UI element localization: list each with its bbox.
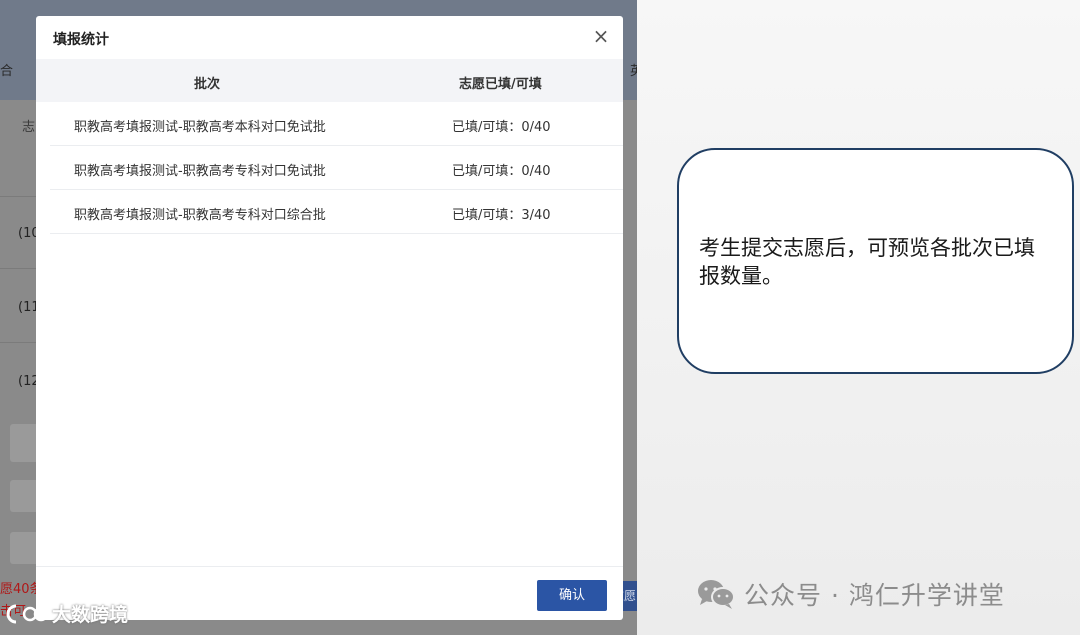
annotation-text: 考生提交志愿后，可预览各批次已填报数量。 bbox=[699, 236, 1035, 288]
dashu-logo-icon bbox=[6, 604, 48, 623]
watermark-text: 公众号 · 鸿仁升学讲堂 bbox=[744, 581, 1005, 610]
batch-cell: 职教高考填报测试-职教高考本科对口免试批 bbox=[74, 120, 326, 135]
fill-statistics-dialog: 填报统计 × 批次 志愿已填/可填 职教高考填报测试-职教高考本科对口免试批 已… bbox=[36, 16, 623, 620]
count-cell: 已填/可填：0/40 bbox=[452, 120, 551, 135]
footer-divider bbox=[36, 566, 623, 567]
column-header-count: 志愿已填/可填 bbox=[459, 77, 542, 92]
count-cell: 已填/可填：0/40 bbox=[452, 164, 551, 179]
annotation-callout: 考生提交志愿后，可预览各批次已填报数量。 bbox=[677, 148, 1074, 374]
batch-cell: 职教高考填报测试-职教高考专科对口免试批 bbox=[74, 164, 326, 179]
confirm-button[interactable]: 确认 bbox=[537, 580, 607, 611]
table-row: 职教高考填报测试-职教高考本科对口免试批 已填/可填：0/40 bbox=[50, 102, 623, 146]
table-row: 职教高考填报测试-职教高考专科对口免试批 已填/可填：0/40 bbox=[50, 146, 623, 190]
count-cell: 已填/可填：3/40 bbox=[452, 208, 551, 223]
background-divider bbox=[0, 268, 40, 269]
background-tab-text: 志 bbox=[22, 120, 36, 135]
background-divider bbox=[0, 342, 40, 343]
batch-cell: 职教高考填报测试-职教高考专科对口综合批 bbox=[74, 208, 326, 223]
wechat-icon bbox=[698, 580, 735, 609]
table-row: 职教高考填报测试-职教高考专科对口综合批 已填/可填：3/40 bbox=[50, 190, 623, 234]
background-divider bbox=[0, 196, 40, 197]
close-icon[interactable]: × bbox=[591, 26, 611, 46]
background-header-right-text: 英 bbox=[630, 64, 637, 79]
wechat-watermark: 公众号 · 鸿仁升学讲堂 bbox=[696, 574, 1005, 614]
column-header-batch: 批次 bbox=[194, 77, 221, 92]
background-header-left-text: 合 bbox=[0, 64, 14, 79]
brand-watermark: 大数跨境 bbox=[6, 600, 128, 627]
watermark-text: 大数跨境 bbox=[52, 604, 129, 626]
dialog-title: 填报统计 bbox=[53, 32, 109, 48]
table-header: 批次 志愿已填/可填 bbox=[36, 59, 623, 102]
